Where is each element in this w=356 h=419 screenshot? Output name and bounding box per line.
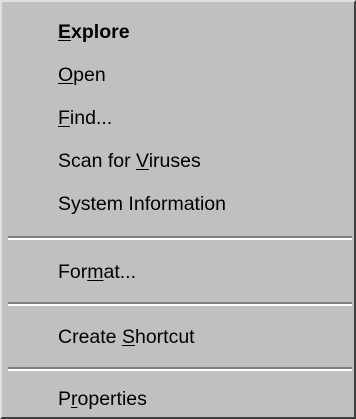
menu-item-create-shortcut-access-key: S bbox=[121, 326, 135, 348]
menu-item-create-shortcut-label: Create bbox=[58, 326, 122, 348]
menu-item-find-access-key: F bbox=[58, 107, 70, 129]
menu-item-format-label: For bbox=[58, 261, 88, 283]
menu-item-explore-access-key: E bbox=[58, 21, 72, 43]
menu-item-system-information-label: System Information bbox=[58, 193, 226, 215]
menu-item-open-label-rest: pen bbox=[73, 64, 106, 86]
menu-item-format-label-rest: at... bbox=[103, 261, 137, 283]
menu-item-scan-for-viruses[interactable]: Scan for Viruses bbox=[58, 144, 344, 178]
menu-item-system-information[interactable]: System Information bbox=[58, 187, 344, 221]
menu-separator bbox=[8, 236, 352, 240]
menu-item-format-access-key: m bbox=[87, 261, 104, 283]
menu-item-create-shortcut-label-rest: hortcut bbox=[134, 326, 195, 348]
menu-item-create-shortcut[interactable]: Create Shortcut bbox=[58, 320, 344, 354]
menu-item-format[interactable]: Format... bbox=[58, 255, 344, 289]
menu-item-find[interactable]: Find... bbox=[58, 101, 344, 135]
menu-item-open[interactable]: Open bbox=[58, 58, 344, 92]
menu-item-properties-label: P bbox=[58, 388, 72, 410]
menu-separator bbox=[8, 302, 352, 306]
menu-item-scan-label: Scan for bbox=[58, 150, 137, 172]
menu-item-explore[interactable]: Explore bbox=[58, 15, 344, 49]
menu-separator bbox=[8, 367, 352, 371]
menu-item-properties[interactable]: Properties bbox=[58, 382, 344, 416]
menu-item-properties-label-rest: operties bbox=[77, 388, 147, 410]
context-menu: Explore Open Find... Scan for Viruses Sy… bbox=[0, 0, 356, 419]
menu-item-scan-access-key: V bbox=[136, 150, 149, 172]
menu-item-explore-label-rest: xplore bbox=[71, 21, 130, 43]
menu-item-find-label-rest: ind... bbox=[69, 107, 113, 129]
menu-item-scan-label-rest: iruses bbox=[148, 150, 201, 172]
menu-item-open-access-key: O bbox=[58, 64, 74, 86]
